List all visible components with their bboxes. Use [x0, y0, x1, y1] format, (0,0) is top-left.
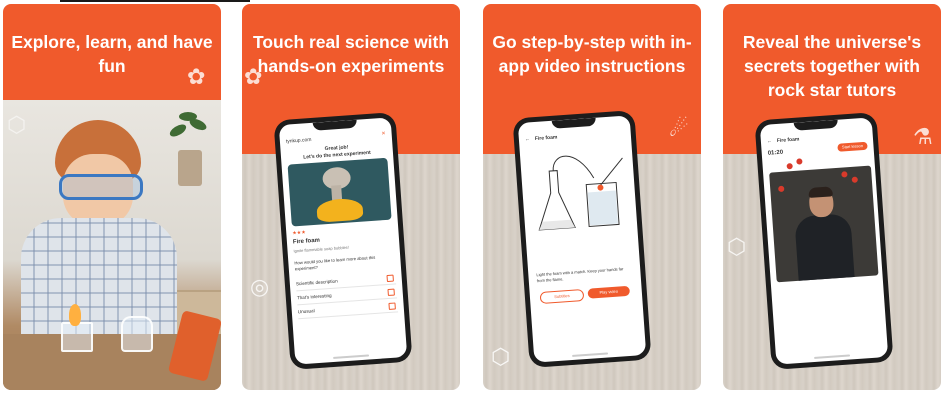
experiment-image: [287, 157, 392, 227]
phone-screen: tynkup.com ✕ Great job! Let's do the nex…: [278, 117, 408, 365]
instruction-text: Light the foam with a match. Keep your h…: [536, 266, 624, 284]
play-video-button[interactable]: Play video: [587, 285, 631, 299]
plant-leaf: [167, 122, 189, 139]
phone-notch: [793, 119, 839, 131]
screen-title: Fire foam: [534, 134, 558, 143]
phone-screen: ← Fire foam Light the foam with a match.…: [517, 115, 647, 363]
home-indicator: [814, 354, 851, 359]
phone-mockup: tynkup.com ✕ Great job! Let's do the nex…: [273, 112, 413, 370]
back-arrow-icon[interactable]: ←: [767, 138, 772, 144]
option-icon: [388, 302, 396, 310]
flame: [69, 304, 81, 326]
learn-prompt: How would you like to learn more about t…: [294, 254, 376, 272]
tutor-body: [794, 213, 856, 283]
lesson-timer: 01:20: [767, 149, 784, 157]
flask-icon: ⚗: [913, 124, 933, 149]
plant-leaf: [179, 112, 197, 121]
experiment-name: Fire foam: [292, 237, 321, 246]
option-icon: [387, 288, 395, 296]
option-icon: [386, 274, 394, 283]
screenshot-panel-3: Go step-by-step with in-app video instru…: [483, 4, 701, 390]
fireball: [316, 197, 364, 223]
comet-icon: ☄: [669, 116, 689, 141]
home-indicator: [572, 352, 609, 357]
back-arrow-icon[interactable]: ←: [525, 136, 530, 142]
phone-notch: [551, 117, 597, 129]
phone-mockup: ← Fire foam 01:20 Start lesson: [754, 112, 894, 370]
home-indicator: [333, 354, 370, 359]
plant-pot: [178, 150, 202, 186]
screenshot-panel-4: Reveal the universe's secrets together w…: [723, 4, 941, 390]
molecule-icon: ✿: [244, 64, 263, 89]
flask: [121, 316, 153, 352]
option-label: Scientific description: [295, 278, 338, 287]
molecule-atom: [786, 163, 793, 170]
beaker: [61, 322, 93, 352]
panel-headline: Go step-by-step with in-app video instru…: [492, 32, 692, 76]
option-label: Unusual: [297, 308, 315, 315]
panel-headline: Reveal the universe's secrets together w…: [742, 32, 922, 100]
subtitles-button[interactable]: Subtitles: [539, 289, 585, 305]
screen-title: Fire foam: [776, 136, 800, 145]
molecule-icon: ⬡: [491, 344, 511, 369]
molecule-icon: ⬡: [727, 234, 747, 259]
molecule-atom: [796, 158, 803, 165]
option-label: That's interesting: [296, 292, 332, 301]
screenshot-panel-2: Touch real science with hands-on experim…: [242, 4, 460, 390]
experiment-subtitle: Ignite flammable soap bubbles!: [293, 244, 349, 254]
start-lesson-button[interactable]: Start lesson: [837, 141, 868, 152]
phone-mockup: ← Fire foam Light the foam with a match.…: [512, 110, 652, 368]
tutor-hair: [808, 186, 833, 198]
safety-goggles: [59, 174, 143, 200]
phone-notch: [312, 119, 358, 131]
app-brand: tynkup.com: [285, 136, 312, 145]
close-icon[interactable]: ✕: [381, 131, 386, 137]
tutor-video[interactable]: [769, 165, 879, 283]
phone-screen: ← Fire foam 01:20 Start lesson: [759, 117, 889, 365]
experiment-illustration: [525, 145, 632, 243]
kid-shirt: [21, 218, 177, 348]
rating-stars: ★★★: [292, 229, 306, 237]
panel-headline: Touch real science with hands-on experim…: [252, 32, 450, 76]
test-tube-icon: ◎: [250, 274, 270, 299]
screenshot-panel-1: Explore, learn, and have fun ⬡ ✿: [3, 4, 221, 390]
top-rule: [60, 0, 250, 2]
brain-icon: ✿: [187, 64, 206, 89]
flask-drawing: [538, 155, 623, 231]
molecule-icon: ⬡: [7, 112, 27, 137]
